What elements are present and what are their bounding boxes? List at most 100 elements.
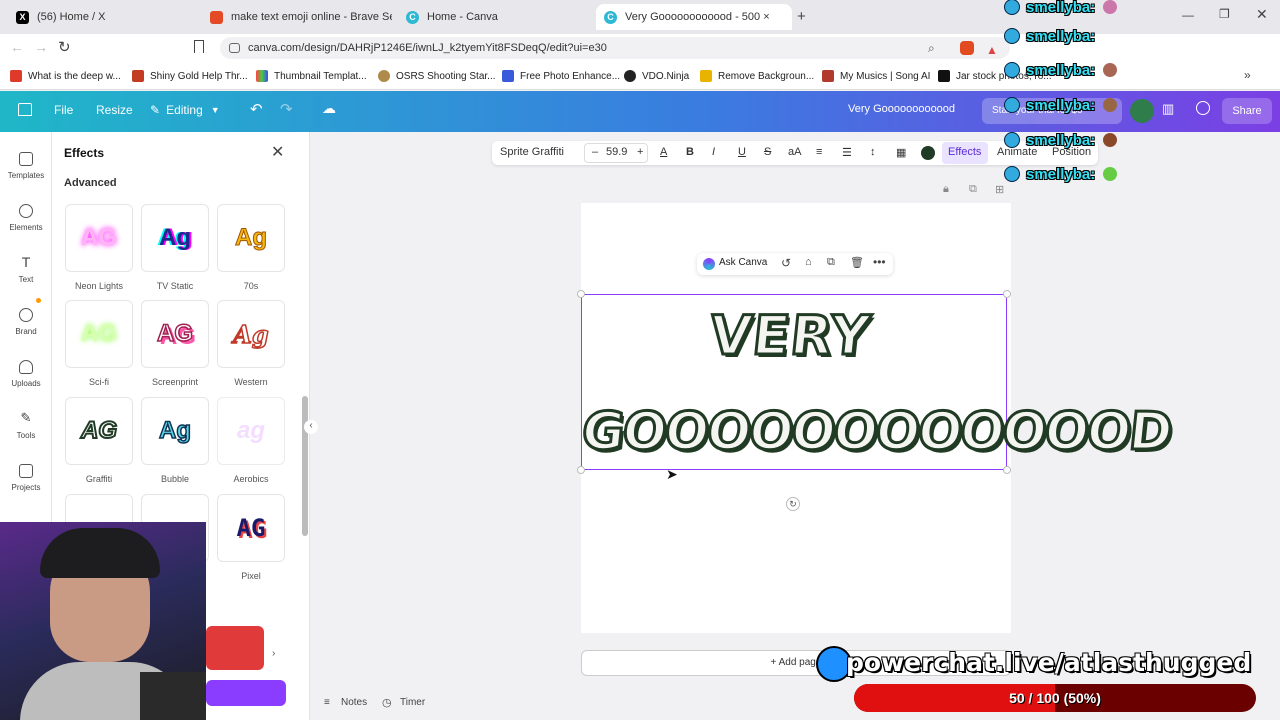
more-bookmarks-icon[interactable]: »	[1244, 68, 1251, 82]
undo-icon[interactable]: ↶	[250, 100, 263, 118]
lock-icon[interactable]: ⌂	[805, 256, 812, 268]
rail-item-templates[interactable]: Templates	[0, 152, 52, 180]
effect-screenprint[interactable]: AG	[141, 300, 209, 368]
bold-button[interactable]: B	[686, 146, 694, 158]
tab-x-home[interactable]: X (56) Home / X	[8, 4, 198, 30]
effect-neon-lights[interactable]: AG	[65, 204, 133, 272]
effect-western[interactable]: Ag	[217, 300, 285, 368]
file-menu[interactable]: File	[54, 103, 73, 117]
bookmark-item[interactable]: Free Photo Enhance...	[502, 68, 620, 84]
decrease-size-button[interactable]: –	[592, 146, 598, 158]
font-selector[interactable]: Sprite Graffiti	[500, 146, 564, 158]
resize-handle[interactable]	[1003, 466, 1011, 474]
rewards-icon[interactable]: ▲	[986, 39, 998, 61]
bookmark-icon[interactable]	[194, 40, 204, 53]
resize-handle[interactable]	[1003, 290, 1011, 298]
brave-shield-icon[interactable]	[960, 41, 974, 55]
minimize-icon[interactable]: —	[1182, 8, 1194, 22]
bookmark-item[interactable]: VDO.Ninja	[624, 68, 689, 84]
editing-mode-button[interactable]: ✎ Editing ▼	[150, 103, 220, 117]
brave-icon	[210, 10, 223, 24]
rail-item-projects[interactable]: Projects	[0, 464, 52, 492]
case-button[interactable]: aA	[788, 146, 801, 158]
delete-icon[interactable]: 🗑︎	[850, 256, 864, 269]
bookmark-item[interactable]: Thumbnail Templat...	[256, 68, 367, 84]
strikethrough-button[interactable]: S	[764, 146, 771, 158]
rail-item-text[interactable]: T Text	[0, 255, 52, 284]
duplicate-icon[interactable]: ⧉	[827, 256, 835, 269]
bookmark-item[interactable]: My Musics | Song AI	[822, 68, 930, 84]
rotate-handle-icon[interactable]: ↻	[786, 497, 800, 511]
collapse-panel-icon[interactable]: ‹	[304, 420, 318, 434]
timer-button[interactable]: Timer	[400, 697, 425, 708]
site-info-icon[interactable]	[229, 43, 240, 53]
color-swatch[interactable]	[921, 146, 935, 160]
effect-70s[interactable]: Ag	[217, 204, 285, 272]
bookmark-item[interactable]: Remove Backgroun...	[700, 68, 814, 84]
sword-badge-icon	[1004, 166, 1020, 182]
avatar[interactable]	[1130, 99, 1154, 123]
tab-brave-search[interactable]: make text emoji online - Brave Search	[202, 4, 392, 30]
headline-line-1[interactable]: VERY	[705, 303, 875, 369]
effect-tv-static[interactable]: Ag	[141, 204, 209, 272]
chevron-right-icon[interactable]: ›	[272, 648, 275, 659]
chat-message: smellyba:	[1000, 94, 1118, 116]
bookmark-item[interactable]: Shiny Gold Help Thr...	[132, 68, 248, 84]
tab-canva-design[interactable]: C Very Goooooooooood - 500 ×	[596, 4, 792, 30]
effects-button[interactable]: Effects	[948, 146, 981, 158]
effect-bubble[interactable]: Ag	[141, 397, 209, 465]
rail-item-brand[interactable]: Brand	[0, 308, 52, 336]
spacing-icon[interactable]: ↕	[870, 146, 876, 158]
insights-icon[interactable]: ▥	[1162, 101, 1174, 117]
duplicate-page-icon[interactable]: ⧉	[969, 183, 977, 196]
url-bar[interactable]: canva.com/design/DAHRjP1246E/iwnLJ_k2tye…	[220, 37, 1010, 59]
comments-icon[interactable]	[1196, 101, 1210, 115]
effect-sci-fi[interactable]: AG	[65, 300, 133, 368]
document-title[interactable]: Very Goooooooooood	[848, 103, 955, 115]
tab-label: make text emoji online - Brave Search	[231, 11, 392, 23]
effect-aerobics[interactable]: ag	[217, 397, 285, 465]
underline-button[interactable]: U	[738, 146, 746, 158]
thumbnail-card[interactable]	[206, 626, 264, 670]
redo-icon[interactable]: ↷	[280, 100, 293, 118]
increase-size-button[interactable]: +	[637, 146, 643, 158]
webcam-overlay	[0, 522, 206, 720]
ask-canva-button[interactable]: Ask Canva	[719, 257, 767, 268]
effect-pixel[interactable]: AG	[217, 494, 285, 562]
bookmark-item[interactable]: What is the deep w...	[10, 68, 121, 84]
transparency-icon[interactable]: ▦	[896, 146, 906, 159]
canva-icon: C	[406, 10, 419, 24]
headline-line-2[interactable]: GOOOOOOOOOOOOD	[577, 401, 1175, 464]
font-size-input[interactable]: 59.9	[606, 146, 627, 158]
maximize-icon[interactable]: ❐	[1219, 7, 1230, 21]
share-button[interactable]: Share	[1222, 98, 1272, 124]
rail-item-uploads[interactable]: Uploads	[0, 360, 52, 388]
resize-handle[interactable]	[577, 290, 585, 298]
notes-button[interactable]: Notes	[341, 697, 367, 708]
close-panel-icon[interactable]: ✕	[271, 142, 284, 162]
zoom-icon[interactable]: ⌕	[928, 37, 935, 59]
reload-icon[interactable]: ↻	[58, 38, 71, 56]
effect-label: Aerobics	[233, 474, 269, 484]
more-options-icon[interactable]: •••	[873, 255, 886, 269]
text-color-icon[interactable]: A	[660, 146, 667, 158]
resize-handle[interactable]	[577, 466, 585, 474]
new-tab-plus-icon[interactable]: +	[797, 8, 806, 25]
close-window-icon[interactable]: ✕	[1256, 6, 1268, 23]
rail-item-tools[interactable]: ✎ Tools	[0, 411, 52, 440]
back-icon[interactable]: ←	[10, 39, 24, 55]
rail-item-elements[interactable]: Elements	[0, 204, 52, 232]
forward-icon[interactable]: →	[34, 39, 48, 55]
home-icon[interactable]	[18, 103, 32, 116]
italic-button[interactable]: I	[712, 146, 715, 158]
bookmark-item[interactable]: OSRS Shooting Star...	[378, 68, 496, 84]
align-icon[interactable]: ≡	[816, 146, 822, 158]
tab-canva-home[interactable]: C Home - Canva	[398, 4, 588, 30]
panel-scrollbar[interactable]	[302, 396, 308, 536]
lock-page-icon[interactable]: 🔒︎	[943, 183, 949, 196]
list-icon[interactable]: ☰	[842, 146, 852, 159]
effect-graffiti[interactable]: AG	[65, 397, 133, 465]
apply-button[interactable]	[206, 680, 286, 706]
comment-icon[interactable]: ↺	[781, 256, 791, 270]
resize-button[interactable]: Resize	[96, 103, 133, 117]
